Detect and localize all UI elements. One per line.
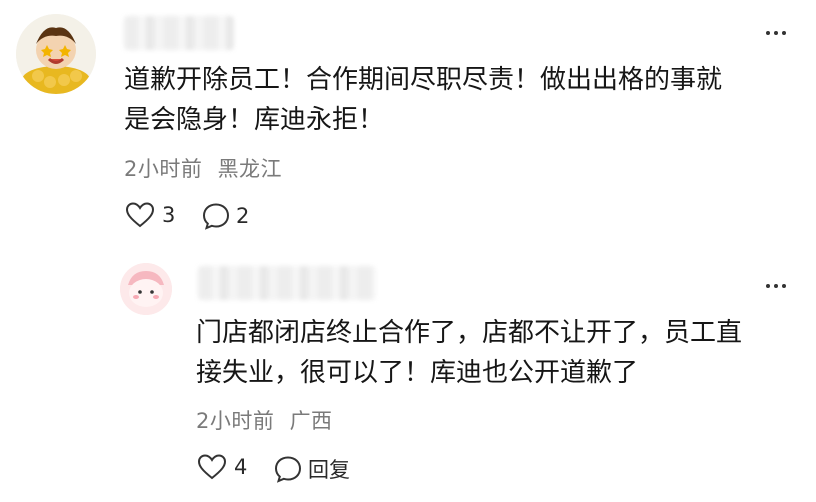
- avatar[interactable]: [120, 263, 172, 315]
- heart-icon: [198, 454, 226, 480]
- comment-time: 2小时前: [196, 409, 275, 433]
- comment-location: 广西: [289, 409, 333, 433]
- username-blurred[interactable]: [198, 266, 376, 300]
- avatar[interactable]: [16, 14, 96, 94]
- comment-bubble-icon: [274, 456, 302, 483]
- pink-character-avatar-icon: [120, 263, 172, 315]
- comment-meta: 2小时前 广西: [196, 405, 333, 435]
- comment-text: 道歉开除员工！合作期间尽职尽责！做出出格的事就 是会隐身！库迪永拒！: [124, 65, 723, 135]
- reply-count: 2: [236, 204, 250, 228]
- cartoon-avatar-icon: [16, 14, 96, 94]
- comment-text: 门店都闭店终止合作了，店都不让开了，员工直 接失业，很可以了！库迪也公开道歉了: [196, 318, 743, 388]
- comment-meta: 2小时前 黑龙江: [124, 153, 282, 183]
- like-button[interactable]: 4: [198, 454, 247, 480]
- like-count: 4: [234, 455, 248, 479]
- reply-button[interactable]: 2: [202, 202, 249, 230]
- reply-label: 回复: [308, 458, 350, 482]
- username-blurred[interactable]: [124, 16, 234, 50]
- comment-time: 2小时前: [124, 157, 203, 181]
- comment-bubble-icon: [202, 203, 230, 230]
- more-options-icon[interactable]: [766, 284, 786, 288]
- reply-button[interactable]: 回复: [274, 454, 350, 484]
- comment-location: 黑龙江: [217, 157, 283, 181]
- heart-icon: [126, 202, 154, 228]
- like-count: 3: [162, 203, 176, 227]
- more-options-icon[interactable]: [766, 31, 786, 35]
- like-button[interactable]: 3: [126, 202, 175, 228]
